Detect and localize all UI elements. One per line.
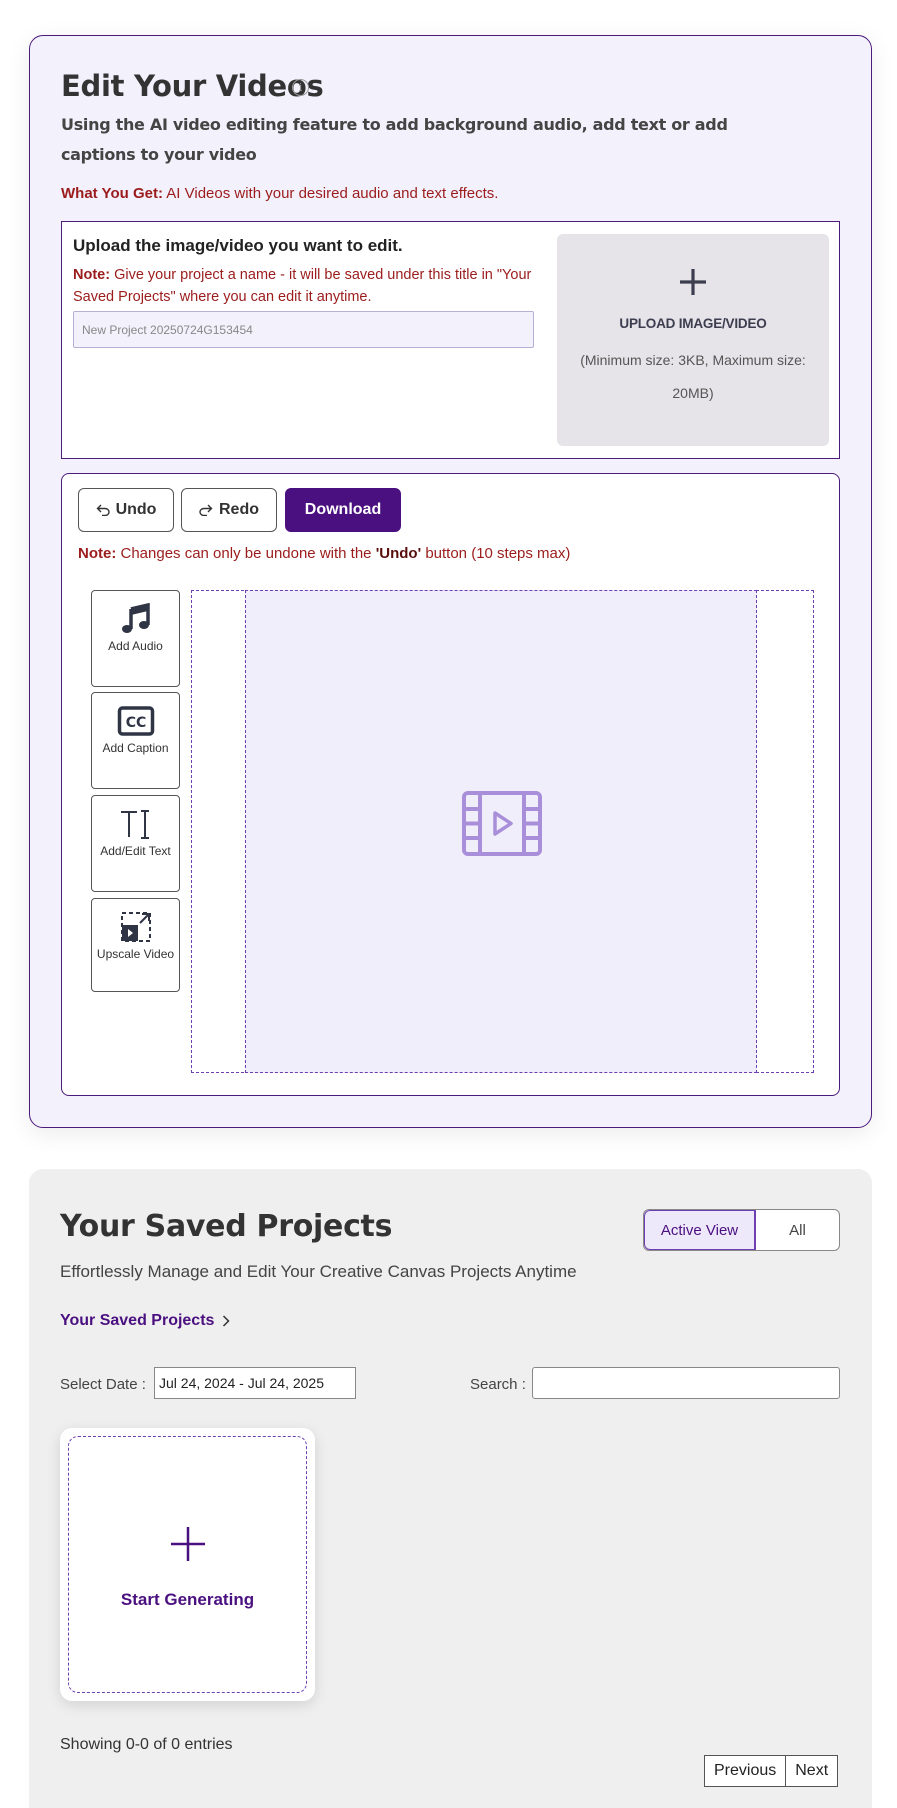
search-label: Search : [470, 1376, 526, 1393]
tool-label: Upscale Video [96, 947, 175, 961]
chevron-right-icon [223, 1315, 230, 1327]
select-date-label: Select Date : [60, 1376, 146, 1393]
upload-drop-zone[interactable]: UPLOAD IMAGE/VIDEO (Minimum size: 3KB, M… [557, 234, 829, 446]
tool-label: Add Audio [108, 639, 163, 653]
undo-label: Undo [115, 501, 157, 518]
video-preview[interactable] [245, 590, 757, 1073]
closed-caption-icon: CC [117, 706, 154, 736]
editor-workspace: Undo Redo Download Note: Changes can onl… [61, 473, 840, 1096]
svg-text:CC: CC [125, 715, 146, 731]
pagination: Previous Next [704, 1755, 839, 1787]
project-name-input[interactable] [73, 311, 534, 348]
upload-note-label: Note: [73, 267, 111, 283]
previous-button[interactable]: Previous [704, 1755, 787, 1787]
undo-note-text-before: Changes can only be undone with the [116, 545, 376, 562]
what-you-get-label: What You Get: [61, 185, 163, 202]
redo-icon [199, 504, 213, 516]
page-title: Edit Your Videos [61, 69, 324, 103]
search-input[interactable] [532, 1367, 840, 1399]
redo-button[interactable]: Redo [181, 488, 277, 532]
all-view-button[interactable]: All [756, 1210, 839, 1250]
active-view-button[interactable]: Active View [644, 1210, 756, 1250]
tool-label: Add Caption [102, 741, 169, 755]
saved-projects-section: Your Saved Projects Active View All Effo… [29, 1169, 872, 1808]
add-audio-button[interactable]: Add Audio [91, 590, 180, 687]
add-caption-button[interactable]: CC Add Caption [91, 692, 180, 789]
start-generating-label: Start Generating [120, 1590, 255, 1609]
saved-projects-link[interactable]: Your Saved Projects [60, 1312, 230, 1330]
undo-button[interactable]: Undo [78, 488, 174, 532]
upload-label: UPLOAD IMAGE/VIDEO [619, 316, 767, 331]
undo-note-highlight: 'Undo' [375, 545, 422, 562]
music-note-icon [121, 603, 150, 633]
saved-projects-title: Your Saved Projects [60, 1209, 393, 1244]
upload-note: Note: Give your project a name - it will… [73, 264, 543, 308]
start-generating-card[interactable]: Start Generating [60, 1428, 315, 1701]
what-you-get: What You Get: AI Videos with your desire… [61, 185, 498, 202]
view-toggle: Active View All [643, 1209, 840, 1251]
info-icon[interactable]: i [292, 79, 309, 96]
film-play-icon [462, 791, 542, 856]
page-subtitle: Using the AI video editing feature to ad… [61, 115, 728, 164]
date-range-input[interactable] [154, 1367, 356, 1399]
plus-icon [557, 264, 829, 304]
text-cursor-icon [120, 810, 149, 839]
saved-projects-link-label: Your Saved Projects [60, 1312, 215, 1329]
upscale-icon [120, 912, 151, 942]
upload-section: Upload the image/video you want to edit.… [61, 221, 840, 459]
what-you-get-text: AI Videos with your desired audio and te… [162, 185, 499, 202]
tool-label: Add/Edit Text [100, 844, 171, 858]
next-button[interactable]: Next [786, 1755, 839, 1787]
upload-note-text: Give your project a name - it will be sa… [73, 267, 532, 305]
undo-note-label: Note: [78, 545, 117, 562]
plus-icon [69, 1525, 306, 1568]
undo-icon [96, 504, 110, 516]
undo-note-text-after: button (10 steps max) [421, 545, 571, 562]
add-edit-text-button[interactable]: Add/Edit Text [91, 795, 180, 892]
upscale-video-button[interactable]: Upscale Video [91, 898, 180, 992]
entries-count: Showing 0-0 of 0 entries [60, 1736, 233, 1753]
upload-heading: Upload the image/video you want to edit. [73, 236, 403, 255]
start-generating-inner: Start Generating [68, 1436, 307, 1693]
upload-size-hint: (Minimum size: 3KB, Maximum size: 20MB) [580, 352, 806, 401]
edit-videos-card: Edit Your Videos i Using the AI video ed… [29, 35, 872, 1128]
download-button[interactable]: Download [285, 488, 401, 532]
undo-note: Note: Changes can only be undone with th… [78, 545, 570, 562]
redo-label: Redo [219, 501, 259, 518]
saved-projects-subtitle: Effortlessly Manage and Edit Your Creati… [60, 1262, 577, 1281]
